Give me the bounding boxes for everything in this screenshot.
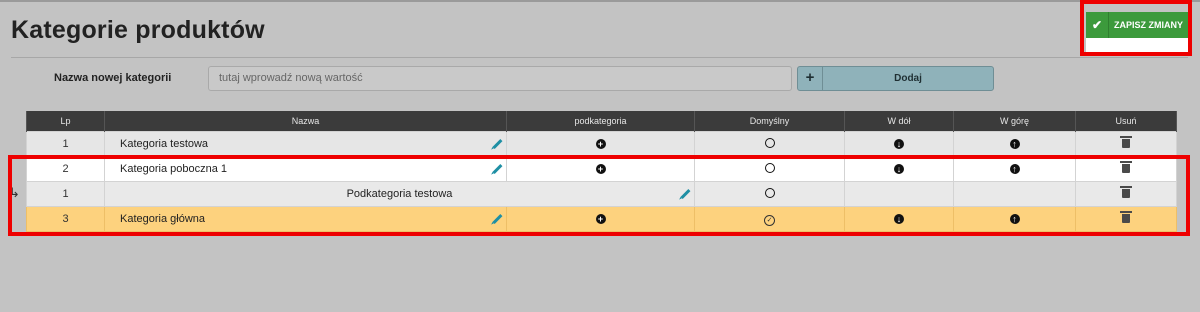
highlight-frame-save xyxy=(1080,0,1192,56)
add-button-label: Dodaj xyxy=(894,73,922,84)
header-default: Domyślny xyxy=(694,111,845,132)
header-lp: Lp xyxy=(26,111,105,132)
page-title: Kategorie produktów xyxy=(11,16,265,44)
header-name: Nazwa xyxy=(104,111,507,132)
add-subcategory-cell: + xyxy=(506,131,695,157)
new-category-input[interactable]: tutaj wprowadź nową wartość xyxy=(208,66,792,91)
radio-icon[interactable] xyxy=(764,137,775,148)
pencil-icon[interactable] xyxy=(492,139,503,149)
title-divider xyxy=(11,57,1188,58)
table-row: 1 Kategoria testowa + ↓ ↑ xyxy=(26,131,1177,157)
plus-icon: + xyxy=(798,67,823,90)
add-category-button[interactable]: + Dodaj xyxy=(797,66,994,91)
plus-circle-icon[interactable]: + xyxy=(595,139,606,149)
header-delete: Usuń xyxy=(1075,111,1177,132)
row-name-cell: Kategoria testowa xyxy=(104,131,507,157)
new-category-label: Nazwa nowej kategorii xyxy=(54,72,172,84)
highlight-frame-rows xyxy=(8,155,1190,236)
header-subcategory: podkategoria xyxy=(506,111,695,132)
row-lp: 1 xyxy=(26,131,105,157)
default-cell xyxy=(694,131,845,157)
table-header: Lp Nazwa podkategoria Domyślny W dół W g… xyxy=(26,111,1177,132)
move-up-cell: ↑ xyxy=(953,131,1076,157)
arrow-down-icon[interactable]: ↓ xyxy=(894,139,904,149)
delete-cell xyxy=(1075,131,1177,157)
move-down-cell: ↓ xyxy=(844,131,954,157)
header-down: W dół xyxy=(844,111,954,132)
top-border xyxy=(0,0,1200,2)
row-name: Kategoria testowa xyxy=(120,138,209,150)
trash-icon[interactable] xyxy=(1120,136,1132,148)
arrow-up-icon[interactable]: ↑ xyxy=(1009,139,1020,149)
header-up: W górę xyxy=(953,111,1076,132)
